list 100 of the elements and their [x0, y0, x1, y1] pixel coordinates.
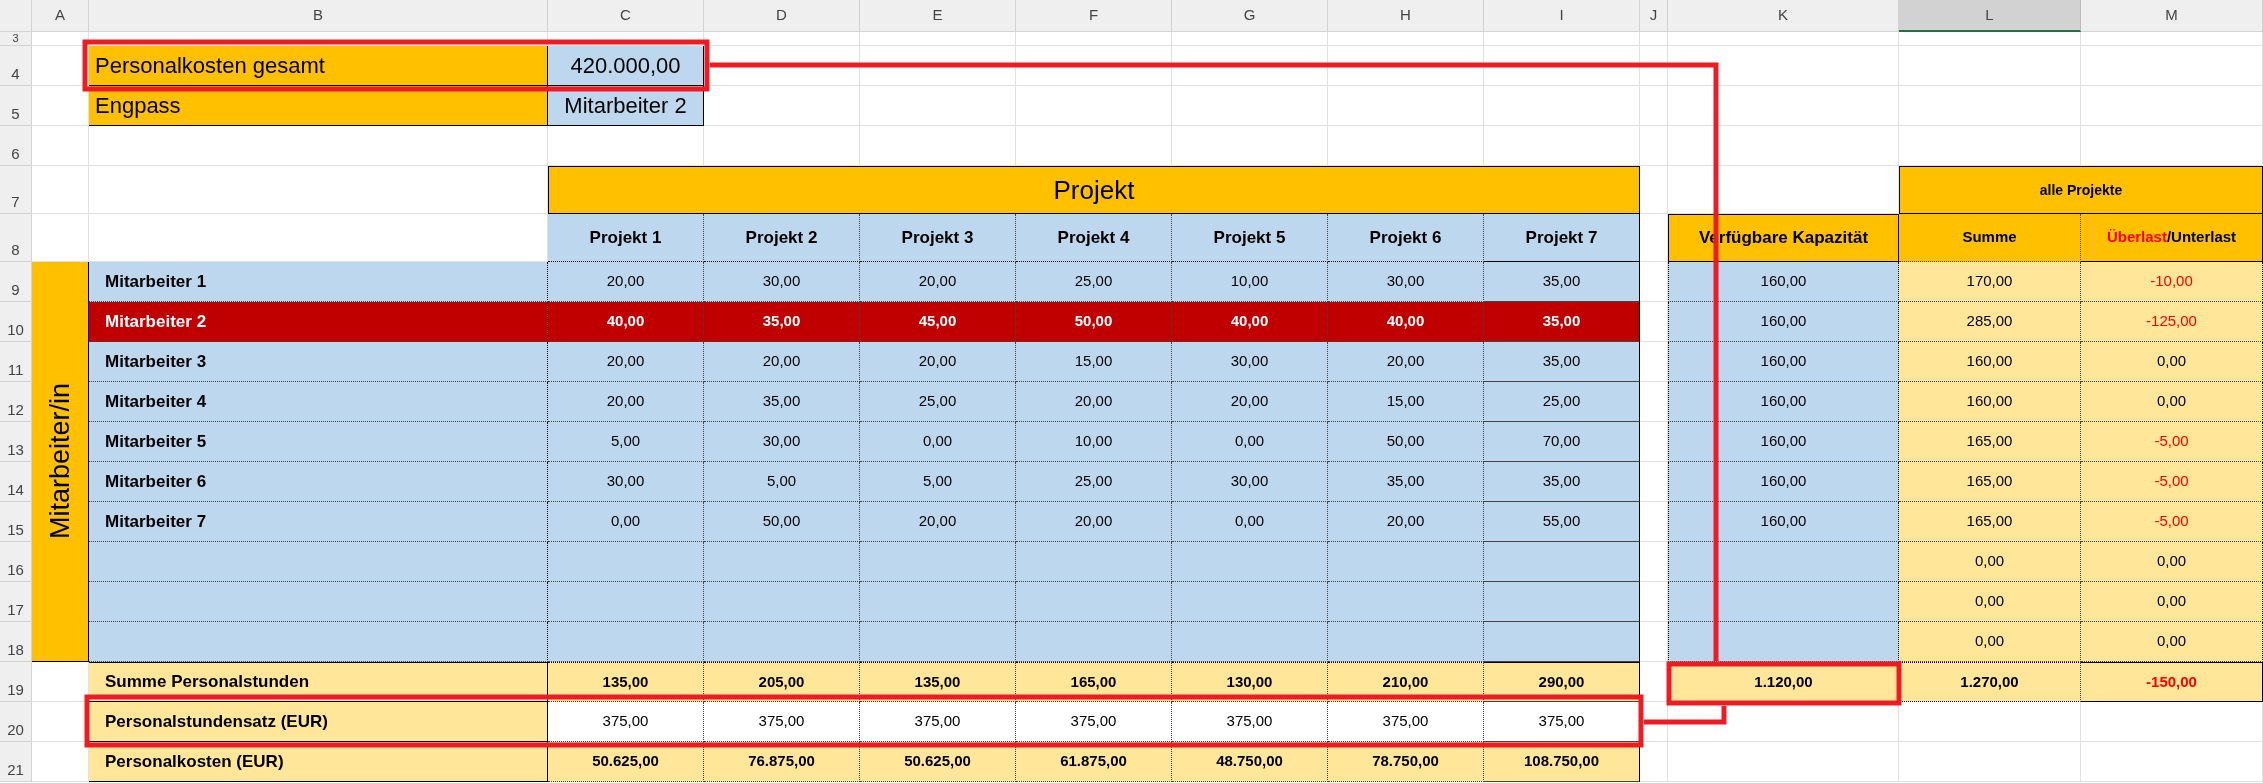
hours-cell: 5,00: [548, 422, 704, 462]
column-header[interactable]: D: [704, 0, 860, 32]
column-header[interactable]: L: [1899, 0, 2081, 32]
rate-cell: 375,00: [548, 702, 704, 742]
hours-cell: 0,00: [548, 502, 704, 542]
row-number[interactable]: 13: [0, 422, 32, 462]
summary-value: 420.000,00: [548, 46, 704, 86]
sum-cell: 160,00: [1899, 342, 2081, 382]
hours-cell: 10,00: [1016, 422, 1172, 462]
hours-cell: 20,00: [1328, 502, 1484, 542]
employee-name: Mitarbeiter 4: [89, 382, 548, 422]
balance-cell: -10,00: [2081, 262, 2263, 302]
column-header[interactable]: H: [1328, 0, 1484, 32]
row-number[interactable]: 20: [0, 702, 32, 742]
hours-cell: 25,00: [1016, 462, 1172, 502]
hours-cell: 20,00: [1172, 382, 1328, 422]
balance-cell: 0,00: [2081, 582, 2263, 622]
row-number[interactable]: 12: [0, 382, 32, 422]
row-number[interactable]: 5: [0, 86, 32, 126]
employee-name: Mitarbeiter 6: [89, 462, 548, 502]
row-label: Personalstundensatz (EUR): [89, 702, 548, 742]
select-all-corner[interactable]: [0, 0, 32, 32]
hours-cell: 5,00: [860, 462, 1016, 502]
hours-cell: 20,00: [548, 262, 704, 302]
sum-cell: 160,00: [1899, 382, 2081, 422]
row-label: Personalkosten (EUR): [89, 742, 548, 782]
hours-cell: 15,00: [1016, 342, 1172, 382]
column-header[interactable]: G: [1172, 0, 1328, 32]
column-header[interactable]: E: [860, 0, 1016, 32]
hours-cell: 20,00: [1328, 342, 1484, 382]
total-cell: 1.270,00: [1899, 662, 2081, 702]
hours-cell: 35,00: [704, 382, 860, 422]
row-number[interactable]: 9: [0, 262, 32, 302]
balance-cell: 0,00: [2081, 542, 2263, 582]
row-number[interactable]: 18: [0, 622, 32, 662]
row-number[interactable]: 15: [0, 502, 32, 542]
sum-cell: 0,00: [1899, 542, 2081, 582]
hours-cell: 35,00: [1484, 262, 1640, 302]
sum-cell: 0,00: [1899, 622, 2081, 662]
row-number[interactable]: 17: [0, 582, 32, 622]
hours-cell: 5,00: [704, 462, 860, 502]
hours-cell: 50,00: [704, 502, 860, 542]
column-header[interactable]: F: [1016, 0, 1172, 32]
hours-cell: 25,00: [1016, 262, 1172, 302]
column-heading: Summe: [1899, 214, 2081, 262]
hours-cell: 20,00: [548, 342, 704, 382]
column-heading: Projekt 1: [548, 214, 704, 262]
column-header[interactable]: I: [1484, 0, 1640, 32]
summary-label: Personalkosten gesamt: [89, 46, 548, 86]
row-number[interactable]: 11: [0, 342, 32, 382]
hours-cell: 20,00: [860, 262, 1016, 302]
employee-name: Mitarbeiter 5: [89, 422, 548, 462]
total-cell: 290,00: [1484, 662, 1640, 702]
hours-cell: 20,00: [860, 342, 1016, 382]
hours-cell: 0,00: [1172, 422, 1328, 462]
row-number[interactable]: 16: [0, 542, 32, 582]
row-number[interactable]: 8: [0, 214, 32, 262]
balance-cell: -125,00: [2081, 302, 2263, 342]
sum-cell: 165,00: [1899, 422, 2081, 462]
hours-cell: 20,00: [1016, 382, 1172, 422]
balance-cell: 0,00: [2081, 382, 2263, 422]
employee-name: Mitarbeiter 2: [89, 302, 548, 342]
column-header[interactable]: A: [32, 0, 89, 32]
column-header[interactable]: C: [548, 0, 704, 32]
hours-cell: 50,00: [1328, 422, 1484, 462]
column-header[interactable]: M: [2081, 0, 2263, 32]
column-heading: Projekt 5: [1172, 214, 1328, 262]
balance-cell: -5,00: [2081, 502, 2263, 542]
column-heading: Projekt 3: [860, 214, 1016, 262]
column-header[interactable]: K: [1668, 0, 1899, 32]
total-cell: 210,00: [1328, 662, 1484, 702]
row-number[interactable]: 7: [0, 166, 32, 214]
cost-cell: 48.750,00: [1172, 742, 1328, 782]
balance-cell: -5,00: [2081, 462, 2263, 502]
row-number[interactable]: 4: [0, 46, 32, 86]
row-number[interactable]: 14: [0, 462, 32, 502]
hours-cell: 50,00: [1016, 302, 1172, 342]
column-header[interactable]: B: [89, 0, 548, 32]
capacity-cell: 160,00: [1668, 302, 1899, 342]
hours-cell: 55,00: [1484, 502, 1640, 542]
header-cell: Projekt: [548, 166, 1640, 214]
cost-cell: 61.875,00: [1016, 742, 1172, 782]
total-cell: 130,00: [1172, 662, 1328, 702]
hours-cell: 35,00: [1484, 302, 1640, 342]
column-heading: Projekt 6: [1328, 214, 1484, 262]
column-heading: Überlast/Unterlast: [2081, 214, 2263, 262]
cost-cell: 50.625,00: [860, 742, 1016, 782]
row-number[interactable]: 10: [0, 302, 32, 342]
summary-value: Mitarbeiter 2: [548, 86, 704, 126]
hours-cell: 35,00: [1484, 342, 1640, 382]
row-number[interactable]: 19: [0, 662, 32, 702]
column-header[interactable]: J: [1640, 0, 1668, 32]
row-number[interactable]: 6: [0, 126, 32, 166]
hours-cell: 35,00: [1484, 462, 1640, 502]
hours-cell: 0,00: [860, 422, 1016, 462]
rate-cell: 375,00: [860, 702, 1016, 742]
employee-name: Mitarbeiter 3: [89, 342, 548, 382]
row-number[interactable]: 21: [0, 742, 32, 782]
row-number[interactable]: 3: [0, 32, 32, 46]
total-cell: 205,00: [704, 662, 860, 702]
